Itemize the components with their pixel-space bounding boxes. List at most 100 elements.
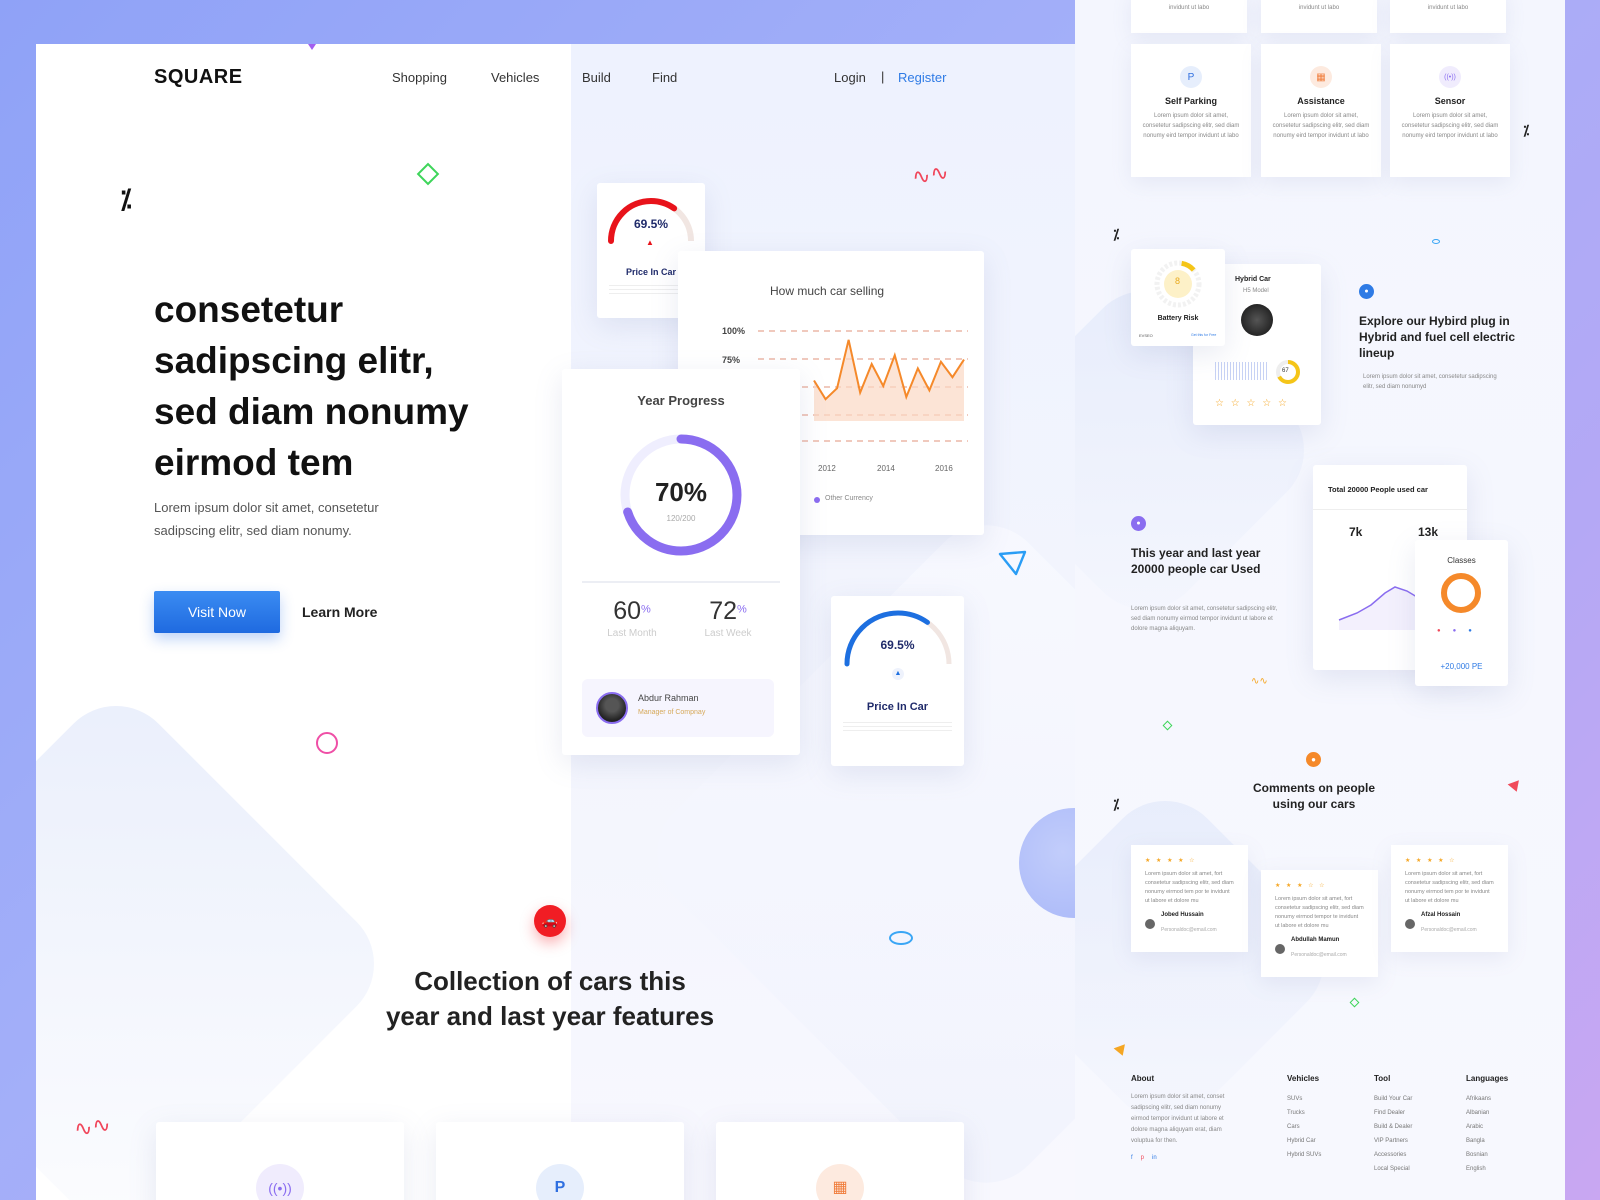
footer-heading: About: [1131, 1074, 1155, 1083]
assistance-icon: ▦: [816, 1164, 864, 1200]
nav-find[interactable]: Find: [652, 70, 677, 85]
assistance-icon: ▦: [1310, 66, 1332, 88]
pinterest-icon[interactable]: p: [1141, 1155, 1144, 1161]
review-card: ★ ★ ★ ★ ☆ Lorem ipsum dolor sit amet, fo…: [1131, 845, 1248, 952]
reviewer: Abdullah Mamun Personaldoc@email.com: [1275, 937, 1364, 961]
user-icon: ●: [1131, 516, 1146, 531]
review-text: Lorem ipsum dolor sit amet, fort consete…: [1275, 896, 1364, 929]
feature-title: Self Parking: [1164, 96, 1218, 106]
rating-stars: ★ ★ ★ ★ ☆: [1145, 858, 1197, 864]
stat-unit: %: [641, 603, 651, 616]
footer-link[interactable]: VIP Partners: [1374, 1134, 1412, 1148]
nav-vehicles[interactable]: Vehicles: [491, 70, 539, 85]
facebook-icon[interactable]: f: [1131, 1155, 1133, 1161]
avatar: [596, 692, 628, 724]
feature-assistance[interactable]: ▦ Assistance Lorem ipsum dolor sit amet,…: [1261, 44, 1381, 177]
hero-title-line: sed diam nonumy: [154, 391, 469, 432]
stat-7k: 7k: [1349, 525, 1363, 539]
series-area: [814, 339, 964, 421]
footer-link[interactable]: SUVs: [1287, 1092, 1321, 1106]
price-card-bottom[interactable]: 69.5% ▲ Price In Car: [831, 596, 964, 766]
reviewer-email: Personaldoc@email.com: [1161, 927, 1217, 933]
login-link[interactable]: Login: [834, 70, 866, 85]
avatar: [1405, 919, 1415, 929]
battery-label: Battery Risk: [1157, 315, 1199, 322]
mini-bars: [1215, 362, 1267, 380]
reviewer-name: Abdullah Mamun: [1291, 937, 1340, 943]
learn-more-button[interactable]: Learn More: [302, 604, 377, 620]
classes-total: +20,000 PE: [1440, 662, 1483, 671]
footer-link[interactable]: Hybrid SUVs: [1287, 1148, 1321, 1162]
y-tick: 100%: [722, 326, 746, 336]
footer-link[interactable]: Bosnian: [1466, 1148, 1508, 1162]
hybrid-title: Hybrid Car: [1235, 276, 1271, 283]
footer-link[interactable]: Afrikaans: [1466, 1092, 1508, 1106]
feature-text: Lorem ipsum dolor sit amet, consetetur s…: [1142, 113, 1240, 139]
brand-logo[interactable]: SQUARE: [154, 66, 243, 89]
collection-title-line: year and last year features: [385, 1001, 715, 1031]
feature-self-parking[interactable]: P Self Parking Lorem ipsum dolor sit ame…: [1131, 44, 1251, 177]
review-text: Lorem ipsum dolor sit amet, fort consete…: [1145, 871, 1234, 904]
feature-card[interactable]: ▦: [716, 1122, 964, 1200]
triangle-icon: [304, 44, 320, 50]
footer-link[interactable]: Trucks: [1287, 1106, 1321, 1120]
placeholder-lines: [843, 722, 952, 734]
car-photo: [1241, 304, 1273, 336]
partial-card: invidunt ut labo: [1131, 0, 1247, 33]
signal-icon: ((•)): [256, 1164, 304, 1200]
footer-heading: Tool: [1374, 1074, 1391, 1083]
footer-link[interactable]: Accessories: [1374, 1148, 1412, 1162]
nav-build[interactable]: Build: [582, 70, 611, 85]
battery-value: 8: [1175, 276, 1181, 286]
collection-title: Collection of cars this year and last ye…: [36, 964, 1076, 1034]
y-tick: 75%: [722, 355, 741, 365]
footer-link[interactable]: English: [1466, 1162, 1508, 1176]
feature-card[interactable]: P: [436, 1122, 684, 1200]
stat-unit: %: [737, 603, 747, 616]
battery-card[interactable]: 8 Battery Risk EVSEO Get this for Free: [1131, 249, 1225, 346]
footer-tool: Tool Build Your Car Find Dealer Build & …: [1374, 1074, 1412, 1176]
linkedin-icon[interactable]: in: [1152, 1155, 1157, 1161]
divider: [1313, 509, 1467, 510]
footer-link[interactable]: Arabic: [1466, 1120, 1508, 1134]
footer-link[interactable]: Hybrid Car: [1287, 1134, 1321, 1148]
feature-text: Lorem ipsum dolor sit amet, consetetur s…: [1401, 113, 1499, 139]
footer-link[interactable]: Cars: [1287, 1120, 1321, 1134]
footer-link[interactable]: Build Your Car: [1374, 1092, 1412, 1106]
collection-title-line: Collection of cars this: [414, 966, 686, 996]
footer-link[interactable]: Local Special: [1374, 1162, 1412, 1176]
person-role: Manager of Compnay: [638, 709, 706, 716]
rating-stars: ☆ ☆ ☆ ☆ ☆: [1215, 398, 1289, 409]
feature-card[interactable]: ((•)): [156, 1122, 404, 1200]
reviewer-name: Afzal Hossain: [1421, 912, 1461, 918]
footer-link[interactable]: Build & Dealer: [1374, 1120, 1412, 1134]
register-link[interactable]: Register: [898, 70, 946, 85]
footer-heading: Languages: [1466, 1074, 1509, 1083]
feature-text: Lorem ipsum dolor sit amet, consetetur s…: [1272, 113, 1370, 139]
percent-icon: ⁒: [120, 184, 132, 214]
explore-text: Lorem ipsum dolor sit amet, consetetur s…: [1363, 374, 1497, 390]
ring-value: 67: [1282, 368, 1289, 374]
footer-link[interactable]: Bangla: [1466, 1134, 1508, 1148]
page-preview: invidunt ut labo invidunt ut labo invidu…: [1075, 0, 1565, 1200]
percent-icon: ⁒: [1113, 226, 1120, 242]
footer-heading: Vehicles: [1287, 1074, 1320, 1083]
year-progress-card: Year Progress 70% 120/200 60% Last Month…: [562, 369, 800, 755]
triangle-outline-icon: [998, 548, 1028, 583]
squiggle-icon: ∿∿: [1251, 676, 1268, 687]
feature-sensor[interactable]: ((•)) Sensor Lorem ipsum dolor sit amet,…: [1390, 44, 1510, 177]
x-tick: 2014: [877, 464, 895, 473]
partial-card: invidunt ut labo: [1390, 0, 1506, 33]
percent-icon: ⁒: [1113, 796, 1120, 812]
visit-now-button[interactable]: Visit Now: [154, 591, 280, 633]
footer-link[interactable]: Find Dealer: [1374, 1106, 1412, 1120]
sensor-icon: ((•)): [1439, 66, 1461, 88]
nav-shopping[interactable]: Shopping: [392, 70, 447, 85]
circle-icon: [316, 732, 338, 754]
stats-text: Lorem ipsum dolor sit amet, consetetur s…: [1131, 606, 1278, 632]
person-box[interactable]: Abdur Rahman Manager of Compnay: [582, 679, 774, 737]
comments-title: Comments on people using our cars: [1252, 781, 1375, 811]
diamond-icon: [1162, 720, 1173, 731]
about-text: Lorem ipsum dolor sit amet, conset sadip…: [1131, 1094, 1225, 1144]
footer-link[interactable]: Albanian: [1466, 1106, 1508, 1120]
